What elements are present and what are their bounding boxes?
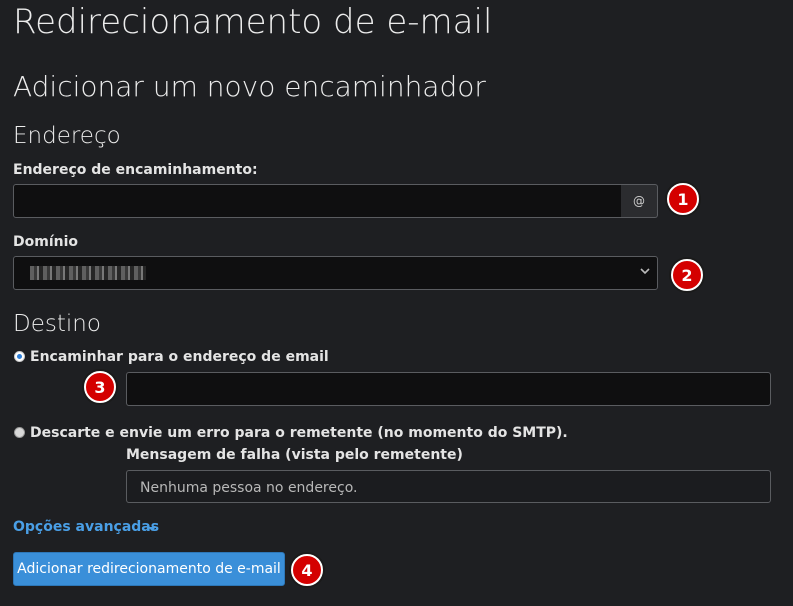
failure-message-value: Nenhuma pessoa no endereço. xyxy=(140,480,358,496)
discard-option-radio[interactable] xyxy=(14,427,25,438)
step-badge-1: 1 xyxy=(667,183,699,215)
destination-heading: Destino xyxy=(13,311,101,337)
forward-address-input[interactable] xyxy=(13,184,622,218)
step-badge-4: 4 xyxy=(291,554,323,586)
domain-select[interactable] xyxy=(13,256,658,290)
add-forwarder-button[interactable]: Adicionar redirecionamento de e-mail xyxy=(13,552,285,586)
step-badge-3: 3 xyxy=(84,371,116,403)
forward-address-label: Endereço de encaminhamento: xyxy=(13,162,258,178)
step-badge-2: 2 xyxy=(671,259,703,291)
failure-message-input[interactable]: Nenhuma pessoa no endereço. xyxy=(126,470,771,503)
forward-option-label[interactable]: Encaminhar para o endereço de email xyxy=(30,349,329,365)
address-heading: Endereço xyxy=(13,123,121,149)
chevron-down-icon xyxy=(640,268,650,275)
advanced-options-link[interactable]: Opções avançadas xyxy=(13,519,159,535)
discard-option-label[interactable]: Descarte e envie um erro para o remetent… xyxy=(30,425,568,441)
domain-blurred-value xyxy=(30,266,146,280)
caret-down-icon[interactable] xyxy=(148,527,156,531)
page-subtitle: Adicionar um novo encaminhador xyxy=(13,70,486,103)
failure-message-label: Mensagem de falha (vista pelo remetente) xyxy=(126,447,463,463)
email-forwarder-page: Redirecionamento de e-mail Adicionar um … xyxy=(0,0,793,606)
forward-target-input[interactable] xyxy=(126,372,771,406)
forward-option-radio[interactable] xyxy=(14,351,25,362)
at-addon: @ xyxy=(621,184,658,218)
page-title: Redirecionamento de e-mail xyxy=(13,2,493,42)
at-icon: @ xyxy=(633,194,645,208)
domain-label: Domínio xyxy=(13,234,79,250)
